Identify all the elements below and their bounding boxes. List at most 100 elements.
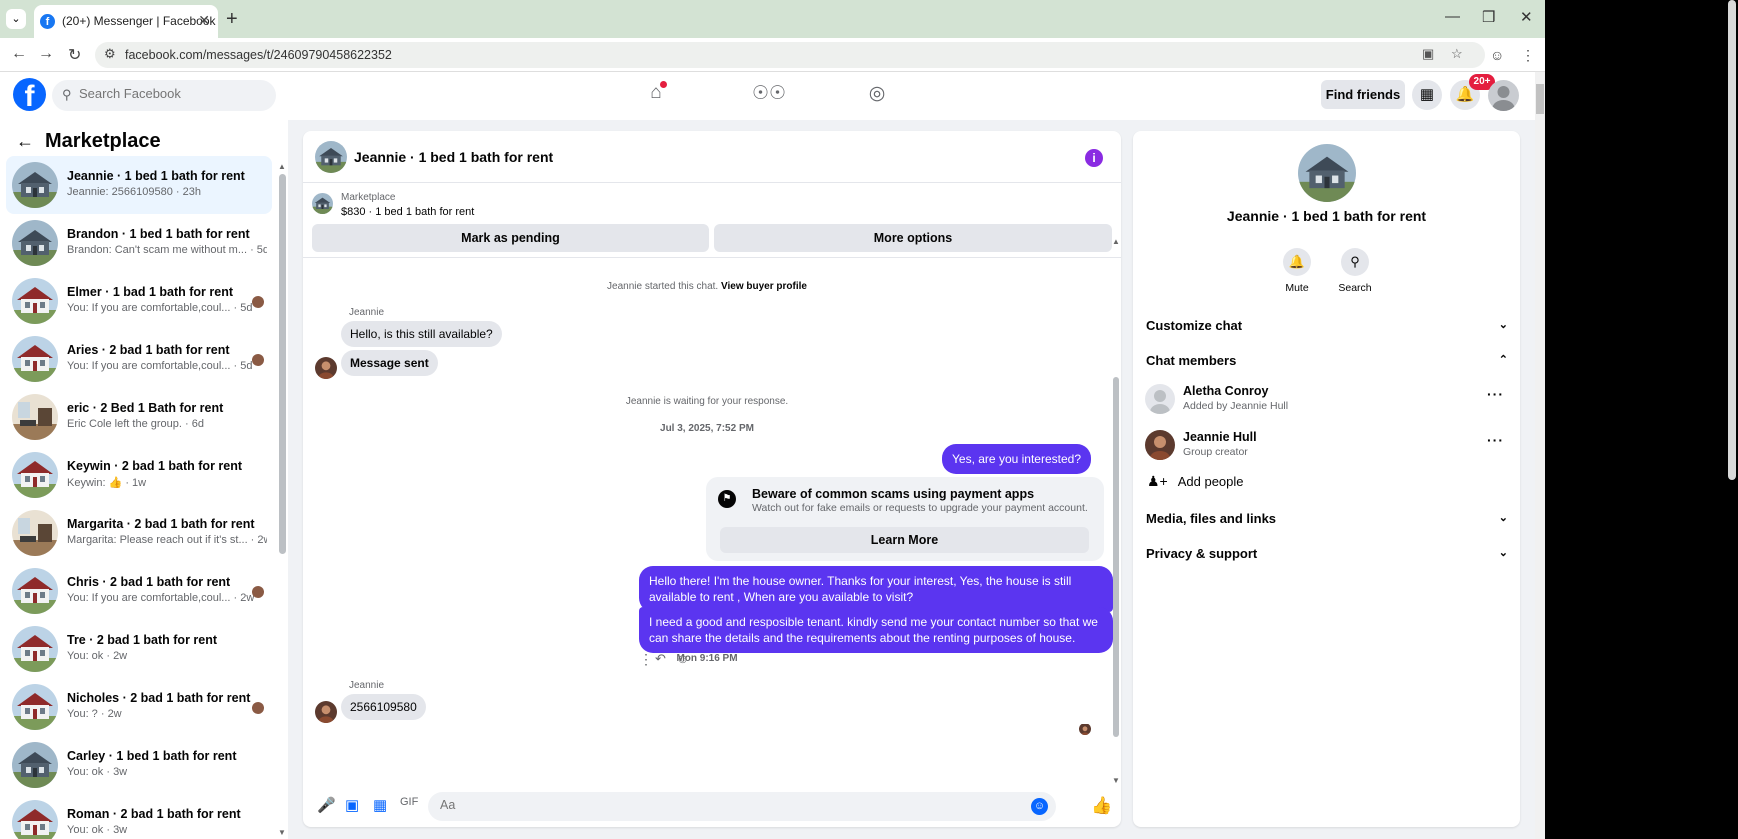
profile-icon[interactable]: ☺ xyxy=(1490,47,1504,63)
outgoing-message[interactable]: I need a good and resposible tenant. kin… xyxy=(639,607,1113,653)
conversation-list-scrollbar[interactable]: ▲ ▼ xyxy=(278,160,287,839)
marketplace-listing-bar: Marketplace $830 · 1 bed 1 bath for rent… xyxy=(303,184,1121,258)
view-buyer-profile-link[interactable]: View buyer profile xyxy=(721,281,807,292)
chat-title[interactable]: Jeannie · 1 bed 1 bath for rent xyxy=(354,149,553,165)
outgoing-message[interactable]: Hello there! I'm the house owner. Thanks… xyxy=(639,566,1113,612)
facebook-header: f ⚲ ⌂ ☉☉ ◎ Find friends ▦ 🔔 20+ xyxy=(0,72,1535,120)
reload-icon[interactable]: ↻ xyxy=(68,45,81,65)
more-options-icon[interactable]: ··· xyxy=(1487,386,1504,402)
home-icon[interactable]: ⌂ xyxy=(641,81,671,110)
thread-scrollbar[interactable]: ▲ ▼ xyxy=(1111,237,1121,785)
conversation-item[interactable]: Carley · 1 bed 1 bath for rent You: ok · … xyxy=(6,736,272,794)
account-avatar[interactable] xyxy=(1488,80,1519,111)
new-tab-button[interactable]: + xyxy=(226,8,238,31)
conversation-preview: You: If you are comfortable,coul... · 5d xyxy=(67,360,253,372)
bookmark-star-icon[interactable]: ☆ xyxy=(1451,46,1463,62)
tab-title: (20+) Messenger | Facebook xyxy=(62,14,216,28)
marketplace-label: Marketplace xyxy=(341,192,396,203)
menu-grid-icon[interactable]: ▦ xyxy=(1412,80,1442,110)
menu-kebab-icon[interactable]: ⋮ xyxy=(1521,47,1535,64)
chat-details-avatar[interactable] xyxy=(1298,144,1356,202)
conversation-item[interactable]: Aries · 2 bad 1 bath for rent You: If you… xyxy=(6,330,272,388)
learn-more-button[interactable]: Learn More xyxy=(720,527,1089,553)
conversation-item[interactable]: Jeannie · 1 bed 1 bath for rent Jeannie: … xyxy=(6,156,272,214)
chat-avatar[interactable] xyxy=(315,141,347,173)
search-input[interactable] xyxy=(79,86,259,101)
media-files-section[interactable]: Media, files and links ⌄ xyxy=(1146,511,1508,531)
forward-arrow-icon[interactable]: → xyxy=(38,45,54,63)
restore-button[interactable]: ❒ xyxy=(1482,8,1495,26)
member-name[interactable]: Jeannie Hull xyxy=(1183,430,1257,444)
add-people-button[interactable]: ♟+ Add people xyxy=(1147,473,1244,490)
tab-search-button[interactable]: ⌄ xyxy=(6,9,26,29)
close-window-button[interactable]: ✕ xyxy=(1520,8,1533,26)
conversation-item[interactable]: Nicholes · 2 bad 1 bath for rent You: ? ·… xyxy=(6,678,272,736)
conversation-name: Keywin · 2 bad 1 bath for rent xyxy=(67,459,243,473)
customize-chat-section[interactable]: Customize chat ⌄ xyxy=(1146,318,1508,338)
member-avatar[interactable] xyxy=(1145,384,1175,414)
conversation-item[interactable]: Chris · 2 bad 1 bath for rent You: If you… xyxy=(6,562,272,620)
microphone-icon[interactable]: 🎤 xyxy=(317,796,336,814)
more-options-button[interactable]: More options xyxy=(714,224,1112,252)
friends-icon[interactable]: ☉☉ xyxy=(752,82,786,110)
conversation-item[interactable]: Elmer · 1 bad 1 bath for rent You: If you… xyxy=(6,272,272,330)
mark-as-pending-button[interactable]: Mark as pending xyxy=(312,224,709,252)
message-input[interactable] xyxy=(440,798,1000,812)
gif-icon[interactable]: GIF xyxy=(400,796,418,808)
outgoing-message[interactable]: Yes, are you interested? xyxy=(942,444,1091,474)
thumbs-up-icon[interactable]: 👍 xyxy=(1091,796,1112,816)
conversation-thumbnail xyxy=(12,626,58,672)
site-settings-icon[interactable]: ⚙ xyxy=(104,46,116,62)
conversation-name: Jeannie · 1 bed 1 bath for rent xyxy=(67,169,245,183)
chat-members-section[interactable]: Chat members ⌃ xyxy=(1146,353,1508,373)
conversation-preview: Margarita: Please reach out if it's st..… xyxy=(67,534,267,546)
listing-thumbnail[interactable] xyxy=(312,193,333,214)
message-input-box[interactable]: ☺ xyxy=(428,792,1056,821)
mute-action[interactable]: 🔔 Mute xyxy=(1272,248,1322,294)
emoji-icon[interactable]: ☺ xyxy=(1031,798,1048,815)
search-box[interactable]: ⚲ xyxy=(52,80,276,111)
minimize-button[interactable]: — xyxy=(1445,8,1460,25)
sender-avatar[interactable] xyxy=(315,357,337,379)
conversation-item[interactable]: Tre · 2 bad 1 bath for rent You: ok · 2w xyxy=(6,620,272,678)
facebook-favicon-icon: f xyxy=(40,14,55,29)
back-arrow-icon[interactable]: ← xyxy=(11,45,27,63)
close-tab-icon[interactable]: ✕ xyxy=(198,12,210,29)
member-subtitle: Added by Jeannie Hull xyxy=(1183,400,1289,412)
incoming-message[interactable]: Message sent xyxy=(341,350,438,376)
incoming-message[interactable]: Hello, is this still available? xyxy=(341,321,502,347)
conversation-item[interactable]: Keywin · 2 bad 1 bath for rent Keywin: 👍 … xyxy=(6,446,272,504)
install-app-icon[interactable]: ▣ xyxy=(1422,46,1434,62)
address-bar-row: ← → ↻ ⚙ facebook.com/messages/t/24609790… xyxy=(0,38,1545,72)
info-icon[interactable]: i xyxy=(1085,149,1103,167)
add-people-label: Add people xyxy=(1177,474,1244,489)
member-name[interactable]: Aletha Conroy xyxy=(1183,384,1268,398)
search-action[interactable]: ⚲ Search xyxy=(1330,248,1380,294)
back-arrow-icon[interactable]: ← xyxy=(16,131,34,152)
conversation-item[interactable]: eric · 2 Bed 1 Bath for rent Eric Cole le… xyxy=(6,388,272,446)
more-options-icon[interactable]: ··· xyxy=(1487,432,1504,448)
conversation-item[interactable]: Margarita · 2 bad 1 bath for rent Margari… xyxy=(6,504,272,562)
outer-scrollbar[interactable] xyxy=(1545,0,1738,839)
conversation-item[interactable]: Roman · 2 bad 1 bath for rent You: ok · 3… xyxy=(6,794,272,839)
page-scrollbar[interactable] xyxy=(1535,72,1545,839)
incoming-message[interactable]: 2566109580 xyxy=(341,694,426,720)
member-row[interactable]: Jeannie Hull Group creator ··· xyxy=(1145,430,1507,466)
active-tab[interactable]: f (20+) Messenger | Facebook ✕ xyxy=(34,5,218,38)
sender-avatar[interactable] xyxy=(315,701,337,723)
attach-photo-icon[interactable]: ▣ xyxy=(345,796,359,814)
member-avatar[interactable] xyxy=(1145,430,1175,460)
groups-icon[interactable]: ◎ xyxy=(862,82,892,110)
privacy-support-section[interactable]: Privacy & support ⌄ xyxy=(1146,546,1508,566)
facebook-logo[interactable]: f xyxy=(13,78,46,111)
conversation-preview: Keywin: 👍 · 1w xyxy=(67,477,147,489)
listing-price[interactable]: $830 · 1 bed 1 bath for rent xyxy=(341,206,474,218)
member-row[interactable]: Aletha Conroy Added by Jeannie Hull ··· xyxy=(1145,384,1507,420)
omnibox[interactable]: ⚙ facebook.com/messages/t/24609790458622… xyxy=(95,42,1485,68)
url-text[interactable]: facebook.com/messages/t/2460979045862235… xyxy=(125,48,392,62)
conversation-item[interactable]: Brandon · 1 bed 1 bath for rent Brandon: … xyxy=(6,214,272,272)
find-friends-button[interactable]: Find friends xyxy=(1321,80,1405,109)
sticker-icon[interactable]: ▦ xyxy=(373,796,387,814)
conversation-thumbnail xyxy=(12,742,58,788)
conversation-preview: Eric Cole left the group. · 6d xyxy=(67,418,204,430)
